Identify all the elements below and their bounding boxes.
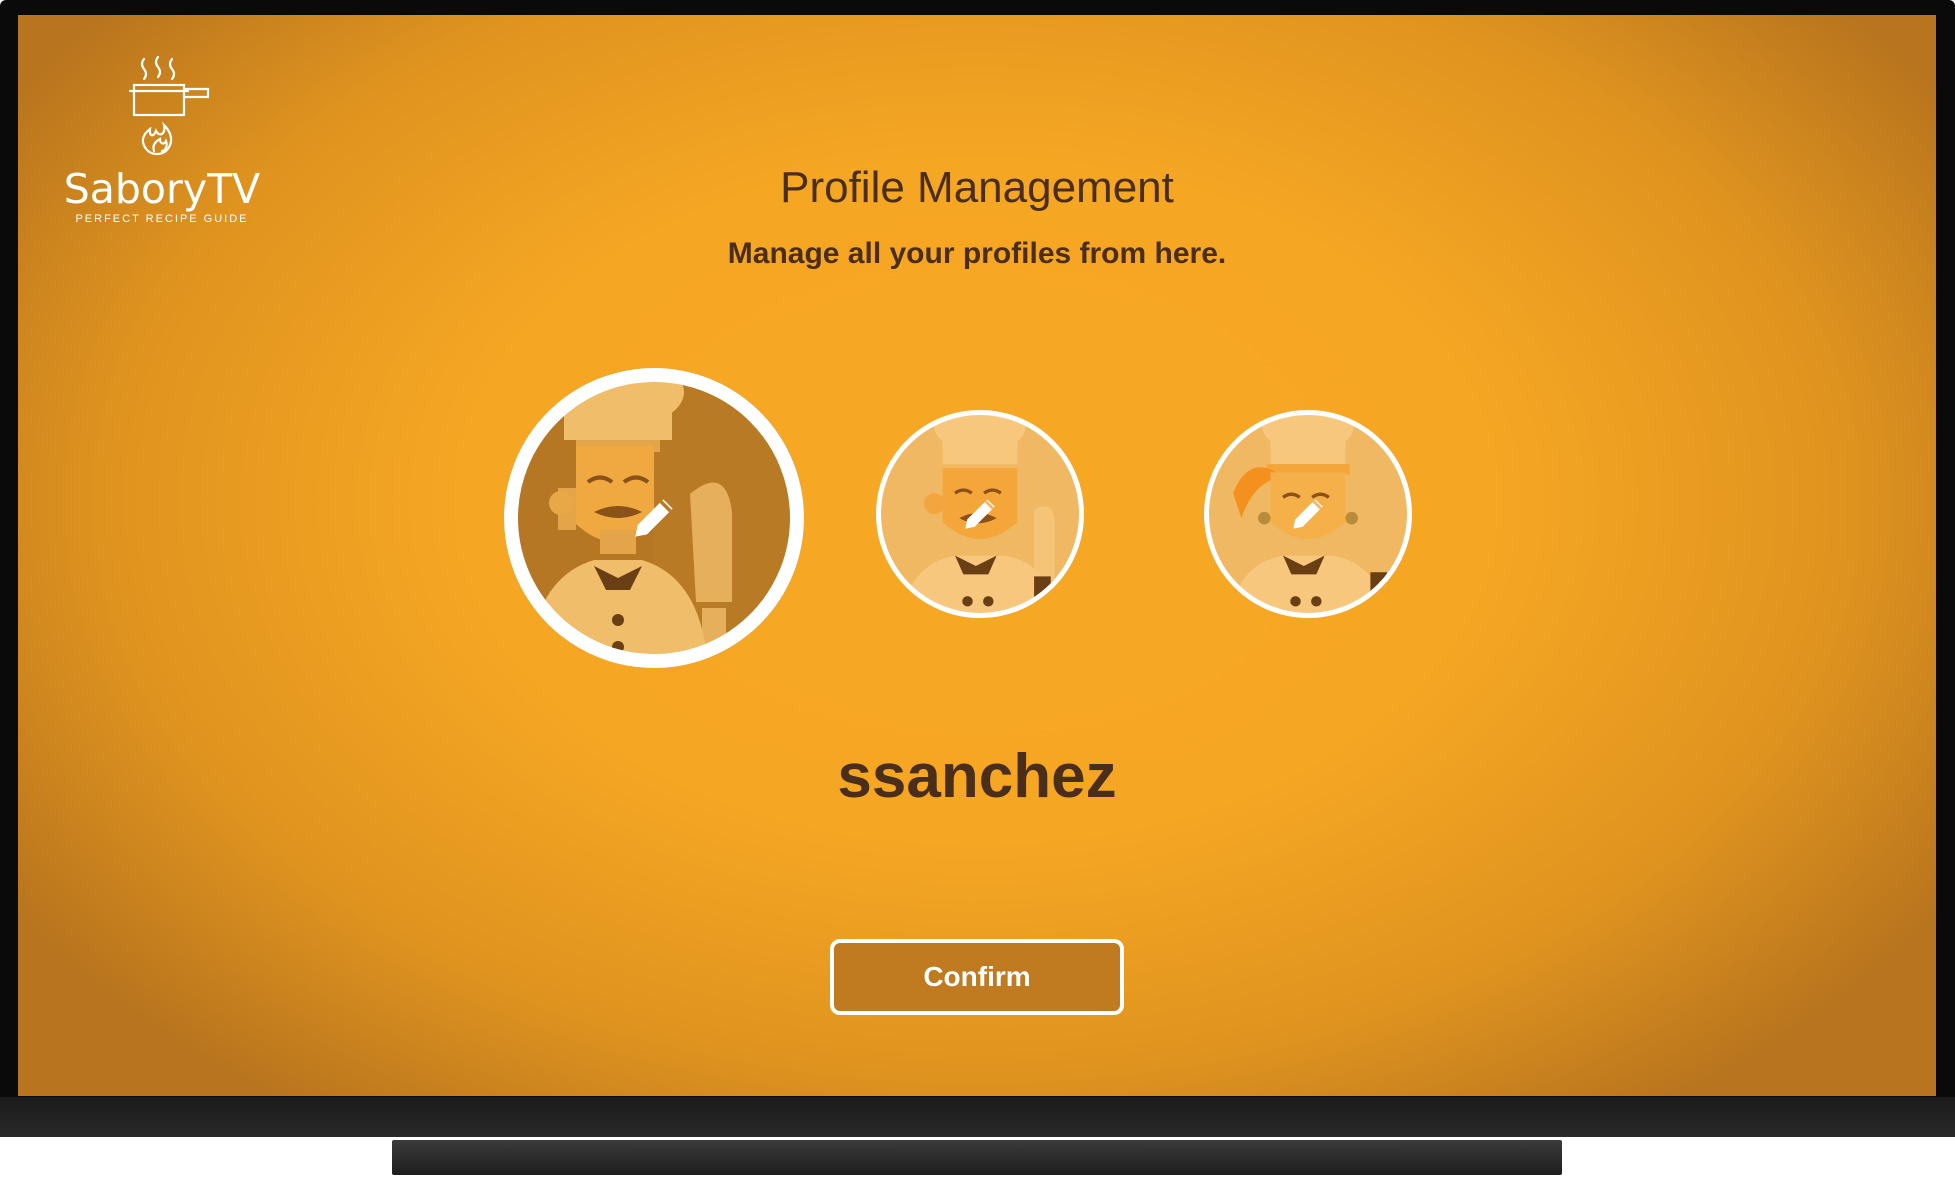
page-subtitle: Manage all your profiles from here. — [727, 237, 1227, 270]
selected-username: ssanchez — [837, 742, 1117, 811]
profile-avatar-2[interactable] — [876, 410, 1084, 618]
profile-avatar-1[interactable] — [504, 368, 804, 668]
tv-bezel — [0, 1097, 1955, 1137]
tv-screen: SaboryTV PERFECT RECIPE GUIDE Profile Ma… — [18, 15, 1936, 1096]
profile-avatar-3[interactable] — [1204, 410, 1412, 618]
app-tagline: PERFECT RECIPE GUIDE — [75, 213, 249, 225]
page-title: Profile Management — [780, 163, 1174, 212]
tv-stand — [392, 1140, 1562, 1175]
confirm-button[interactable]: Confirm — [830, 939, 1124, 1015]
cooking-pot-icon — [128, 55, 210, 156]
pencil-icon[interactable] — [958, 492, 1002, 536]
pencil-icon[interactable] — [1286, 492, 1330, 536]
pencil-icon[interactable] — [626, 490, 682, 546]
